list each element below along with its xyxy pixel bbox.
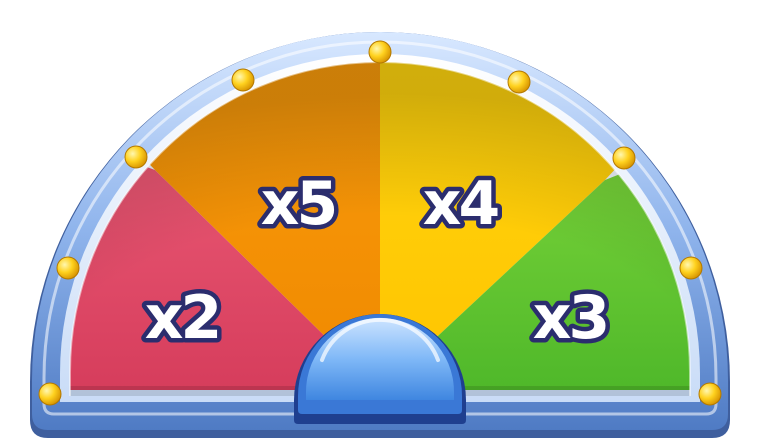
rivet [612,146,636,170]
rivet [368,40,392,64]
multiplier-label-x3: x3 [533,283,607,353]
rivet [231,68,255,92]
multiplier-gauge: x2 x5 x4 x3 [0,0,760,448]
rivet [679,256,703,280]
rivet [698,382,722,406]
multiplier-label-x5: x5 [261,169,335,239]
multiplier-label-x2: x2 [145,283,219,353]
rivet [56,256,80,280]
multiplier-label-x4: x4 [423,169,498,239]
rivet [38,382,62,406]
rivet [124,145,148,169]
rivet [507,70,531,94]
